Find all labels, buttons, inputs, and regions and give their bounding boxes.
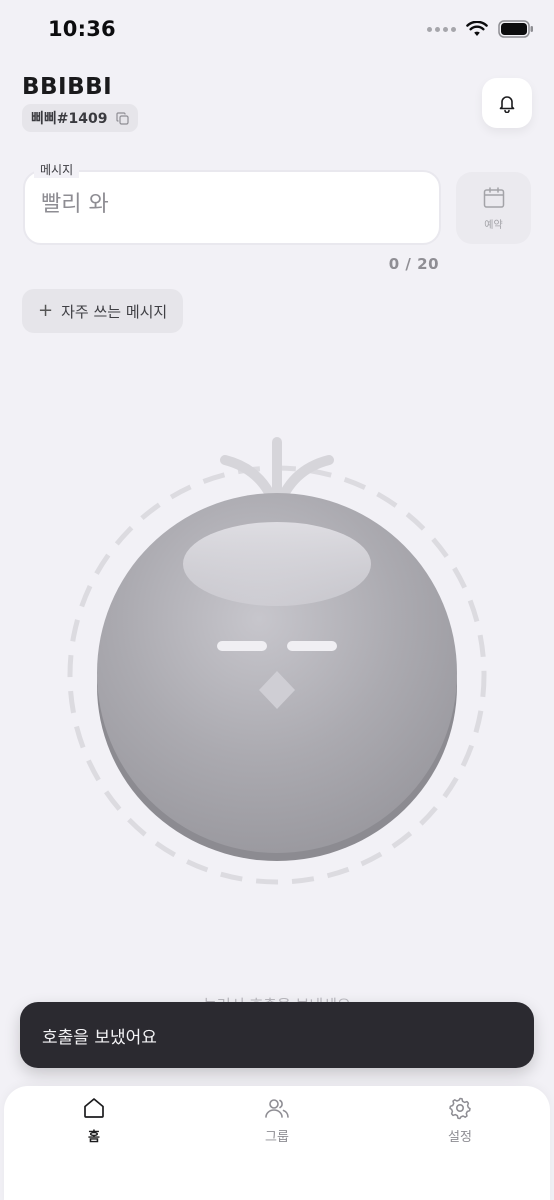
user-tag: 삐삐#1409 — [31, 111, 108, 127]
tab-settings[interactable]: 설정 — [415, 1096, 505, 1145]
plus-icon: + — [38, 299, 54, 321]
wifi-icon — [466, 21, 488, 36]
call-button[interactable] — [60, 430, 494, 890]
app-title: BBIBBI — [22, 74, 113, 100]
tab-group-label: 그룹 — [265, 1130, 289, 1145]
user-tag-chip[interactable]: 삐삐#1409 — [22, 104, 139, 132]
schedule-button[interactable]: 예약 — [456, 172, 531, 244]
battery-icon — [498, 20, 533, 38]
gear-icon — [449, 1097, 471, 1120]
tab-home-label: 홈 — [88, 1130, 100, 1145]
shine-highlight — [183, 522, 371, 606]
people-icon — [265, 1099, 289, 1118]
toast-message: 호출을 보냈어요 — [42, 1027, 157, 1048]
copy-icon[interactable] — [116, 111, 130, 125]
message-field-label: 메시지 — [34, 161, 80, 178]
call-button-area — [60, 430, 494, 890]
character-counter: 0 / 20 — [388, 255, 439, 273]
calendar-icon — [483, 186, 504, 208]
tab-settings-label: 설정 — [448, 1130, 472, 1145]
cellular-signal-icon — [427, 26, 456, 32]
notifications-button[interactable] — [482, 78, 532, 128]
tab-home[interactable]: 홈 — [49, 1096, 139, 1145]
toast: 호출을 보냈어요 — [20, 1002, 534, 1068]
status-indicators — [427, 20, 534, 38]
bell-icon — [499, 96, 515, 113]
home-screen: 10:36 BBIBBI 삐삐#1409 메시지 — [0, 0, 554, 1200]
tab-group[interactable]: 그룹 — [232, 1096, 322, 1145]
home-icon — [84, 1098, 104, 1118]
schedule-label: 예약 — [484, 219, 503, 231]
status-time: 10:36 — [48, 17, 116, 41]
tab-bar: 홈 그룹 설정 — [4, 1086, 550, 1200]
favorite-messages-button[interactable]: + 자주 쓰는 메시지 — [22, 289, 184, 333]
favorite-messages-label: 자주 쓰는 메시지 — [61, 302, 168, 321]
message-field[interactable] — [23, 170, 441, 245]
message-input[interactable] — [41, 192, 421, 217]
